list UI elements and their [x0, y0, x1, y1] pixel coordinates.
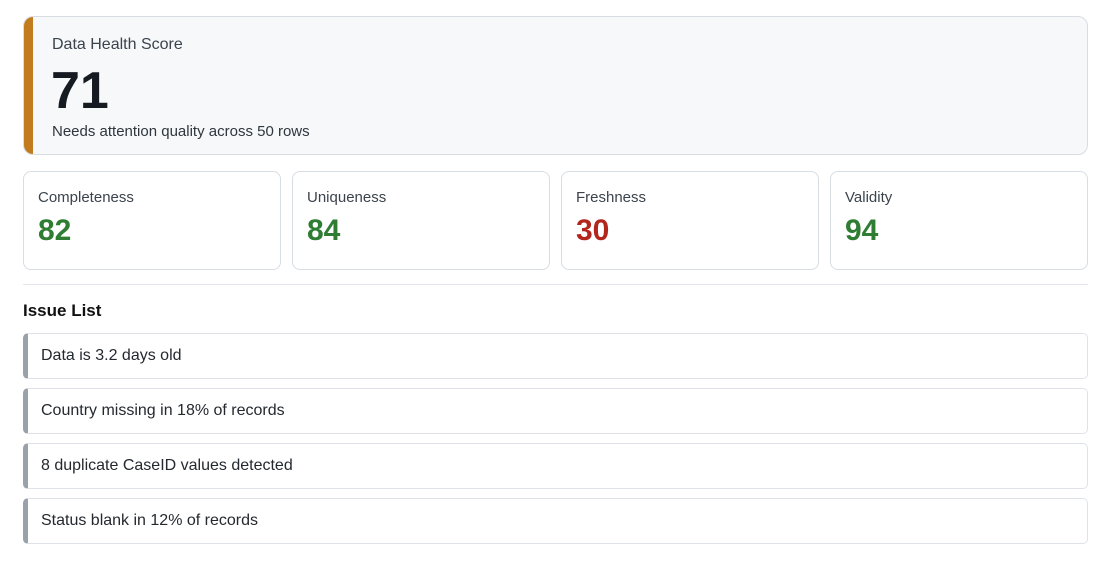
metric-label: Freshness: [576, 189, 647, 206]
section-divider: [23, 284, 1088, 285]
issue-text: Status blank in 12% of records: [41, 512, 259, 529]
issue-item: Country missing in 18% of records: [23, 388, 1088, 434]
metric-card-freshness: Freshness 30: [561, 171, 819, 270]
issue-list: Data is 3.2 days old Country missing in …: [23, 333, 1088, 553]
metric-label: Validity: [845, 189, 893, 206]
issue-item: 8 duplicate CaseID values detected: [23, 443, 1088, 489]
issue-item: Data is 3.2 days old: [23, 333, 1088, 379]
metric-card-validity: Validity 94: [830, 171, 1088, 270]
metric-value: 84: [307, 214, 341, 247]
health-score-card: Data Health Score 71 Needs attention qua…: [23, 16, 1088, 155]
health-score-value: 71: [51, 62, 109, 120]
health-score-summary: Needs attention quality across 50 rows: [52, 123, 310, 140]
metric-card-completeness: Completeness 82: [23, 171, 281, 270]
dashboard: Data Health Score 71 Needs attention qua…: [23, 16, 1088, 544]
issue-text: 8 duplicate CaseID values detected: [41, 457, 293, 474]
metric-value: 82: [38, 214, 72, 247]
metric-cards: Completeness 82 Uniqueness 84 Freshness …: [23, 171, 1088, 270]
health-score-title: Data Health Score: [52, 36, 183, 53]
issue-item: Status blank in 12% of records: [23, 498, 1088, 544]
issue-text: Country missing in 18% of records: [41, 402, 285, 419]
metric-label: Completeness: [38, 189, 134, 206]
score-accent-bar: [24, 17, 33, 154]
metric-value: 94: [845, 214, 879, 247]
metric-value: 30: [576, 214, 610, 247]
metric-card-uniqueness: Uniqueness 84: [292, 171, 550, 270]
metric-label: Uniqueness: [307, 189, 387, 206]
issue-list-heading: Issue List: [23, 301, 102, 320]
issue-text: Data is 3.2 days old: [41, 347, 182, 364]
